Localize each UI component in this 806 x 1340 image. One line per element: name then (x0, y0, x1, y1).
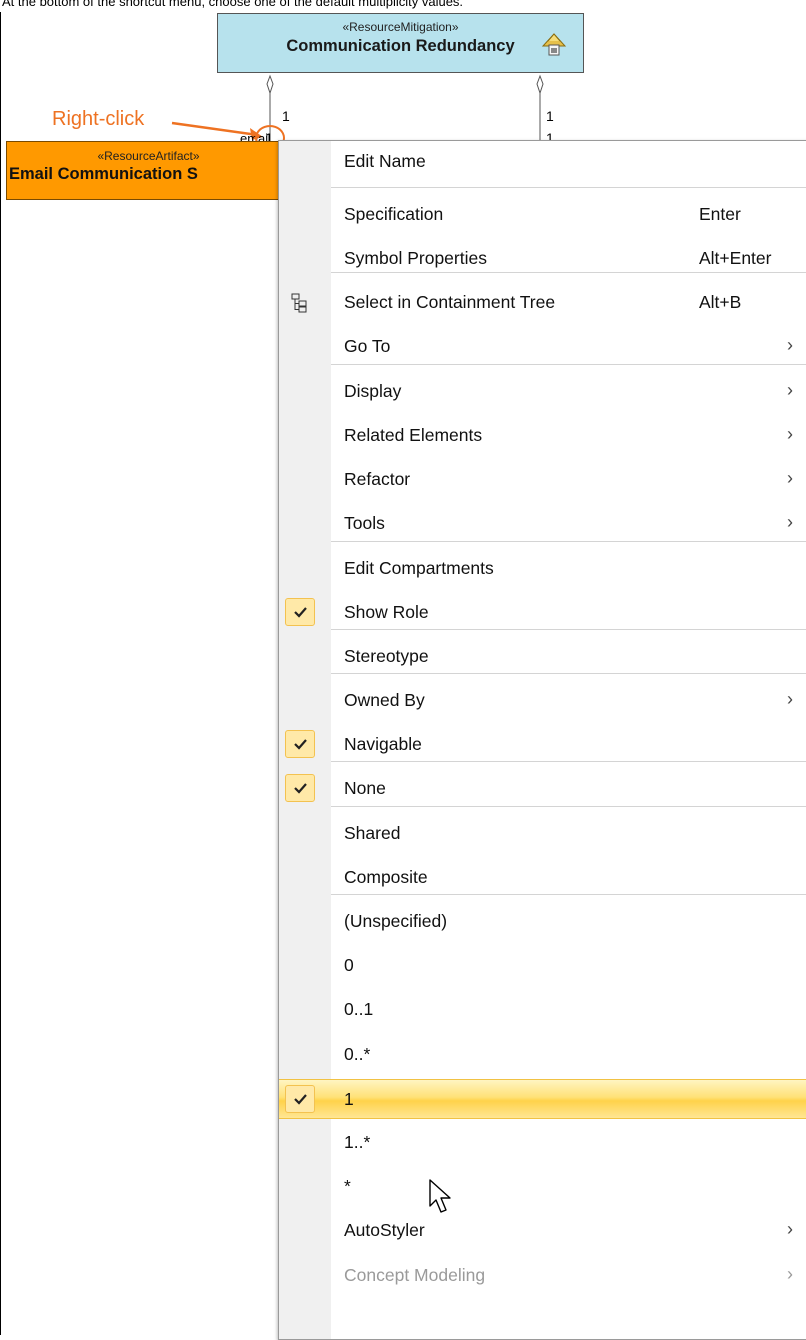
menu-item-none[interactable]: None (279, 769, 806, 809)
menu-item-multiplicity-many[interactable]: * (279, 1167, 806, 1207)
menu-item-specification[interactable]: Specification Enter (279, 195, 806, 235)
submenu-arrow-icon: › (787, 335, 793, 355)
menu-item-label: Composite (344, 867, 428, 887)
menu-item-label: 1..* (344, 1132, 371, 1152)
menu-separator (331, 187, 806, 188)
menu-item-navigable[interactable]: Navigable (279, 725, 806, 765)
menu-item-shortcut: Alt+B (699, 292, 742, 312)
menu-item-multiplicity-one-to-many[interactable]: 1..* (279, 1123, 806, 1163)
menu-item-label: None (344, 778, 386, 798)
menu-item-label: Navigable (344, 734, 422, 754)
menu-item-multiplicity-zero-to-one[interactable]: 0..1 (279, 990, 806, 1030)
submenu-arrow-icon: › (787, 689, 793, 709)
checkmark-icon (285, 1085, 315, 1113)
submenu-arrow-icon: › (787, 1219, 793, 1239)
aggregation-diamond-left (266, 74, 274, 95)
menu-item-label: Show Role (344, 602, 429, 622)
menu-item-edit-name[interactable]: Edit Name (279, 142, 806, 182)
menu-item-shortcut: Alt+Enter (699, 248, 772, 268)
mouse-pointer-icon (429, 1179, 451, 1213)
menu-item-symbol-properties[interactable]: Symbol Properties Alt+Enter (279, 239, 806, 279)
menu-item-owned-by[interactable]: Owned By › (279, 681, 806, 721)
submenu-arrow-icon: › (787, 424, 793, 444)
menu-item-go-to[interactable]: Go To › (279, 327, 806, 367)
menu-item-related-elements[interactable]: Related Elements › (279, 416, 806, 456)
menu-item-shared[interactable]: Shared (279, 814, 806, 854)
menu-item-label: Edit Compartments (344, 558, 494, 578)
menu-item-show-role[interactable]: Show Role (279, 593, 806, 633)
menu-item-label: Go To (344, 336, 391, 356)
menu-item-multiplicity-one[interactable]: 1 (279, 1079, 806, 1119)
menu-item-label: 0..1 (344, 999, 374, 1019)
menu-item-refactor[interactable]: Refactor › (279, 460, 806, 500)
submenu-arrow-icon: › (787, 468, 793, 488)
artifact-name: Email Communication S (9, 165, 198, 183)
menu-item-label: Concept Modeling (344, 1265, 486, 1285)
checkmark-icon (285, 598, 315, 626)
menu-item-label: Specification (344, 204, 444, 224)
class-email-communication[interactable]: «ResourceArtifact» Email Communication S (6, 141, 281, 200)
right-click-callout: Right-click (52, 108, 145, 130)
menu-item-display[interactable]: Display › (279, 372, 806, 412)
menu-item-label: Refactor (344, 469, 411, 489)
menu-item-stereotype[interactable]: Stereotype (279, 637, 806, 677)
menu-item-label: Shared (344, 823, 401, 843)
menu-item-composite[interactable]: Composite (279, 858, 806, 898)
menu-item-unspecified[interactable]: (Unspecified) (279, 902, 806, 942)
menu-item-label: 1 (344, 1089, 354, 1109)
submenu-arrow-icon: › (787, 1264, 793, 1284)
left-upper-multiplicity[interactable]: 1 (282, 108, 290, 124)
menu-item-label: (Unspecified) (344, 911, 448, 931)
menu-item-label: Edit Name (344, 151, 426, 171)
menu-item-label: 0 (344, 955, 354, 975)
menu-item-shortcut: Enter (699, 204, 741, 224)
context-menu: Edit Name Specification Enter Symbol Proper… (278, 140, 806, 1340)
menu-item-concept-modeling: Concept Modeling › (279, 1256, 806, 1296)
menu-item-label: Stereotype (344, 646, 429, 666)
menu-item-label: Select in Containment Tree (344, 292, 556, 312)
class-communication-redundancy[interactable]: «ResourceMitigation» Communication Redun… (217, 13, 584, 73)
checkmark-icon (285, 774, 315, 802)
menu-item-autostyler[interactable]: AutoStyler › (279, 1211, 806, 1251)
menu-item-label: Owned By (344, 690, 425, 710)
menu-item-label: Symbol Properties (344, 248, 487, 268)
submenu-arrow-icon: › (787, 380, 793, 400)
menu-item-multiplicity-zero[interactable]: 0 (279, 946, 806, 986)
menu-item-select-in-containment-tree[interactable]: Select in Containment Tree Alt+B (279, 283, 806, 323)
artifact-stereotype: «ResourceArtifact» (97, 149, 200, 163)
class-name: Communication Redundancy (286, 37, 515, 55)
menu-item-tools[interactable]: Tools › (279, 504, 806, 544)
class-stereotype: «ResourceMitigation» (342, 20, 459, 34)
right-upper-multiplicity[interactable]: 1 (546, 108, 554, 124)
menu-item-label: 0..* (344, 1044, 371, 1064)
resource-mitigation-icon (541, 33, 567, 56)
menu-item-multiplicity-zero-to-many[interactable]: 0..* (279, 1035, 806, 1075)
menu-item-label: Display (344, 381, 402, 401)
menu-item-label: Related Elements (344, 425, 483, 445)
submenu-arrow-icon: › (787, 512, 793, 532)
menu-item-label: AutoStyler (344, 1220, 425, 1240)
checkmark-icon (285, 730, 315, 758)
menu-item-edit-compartments[interactable]: Edit Compartments (279, 549, 806, 589)
menu-item-label: Tools (344, 513, 385, 533)
menu-item-label: * (344, 1176, 351, 1196)
aggregation-diamond-right (536, 74, 544, 95)
containment-tree-icon (290, 293, 310, 318)
